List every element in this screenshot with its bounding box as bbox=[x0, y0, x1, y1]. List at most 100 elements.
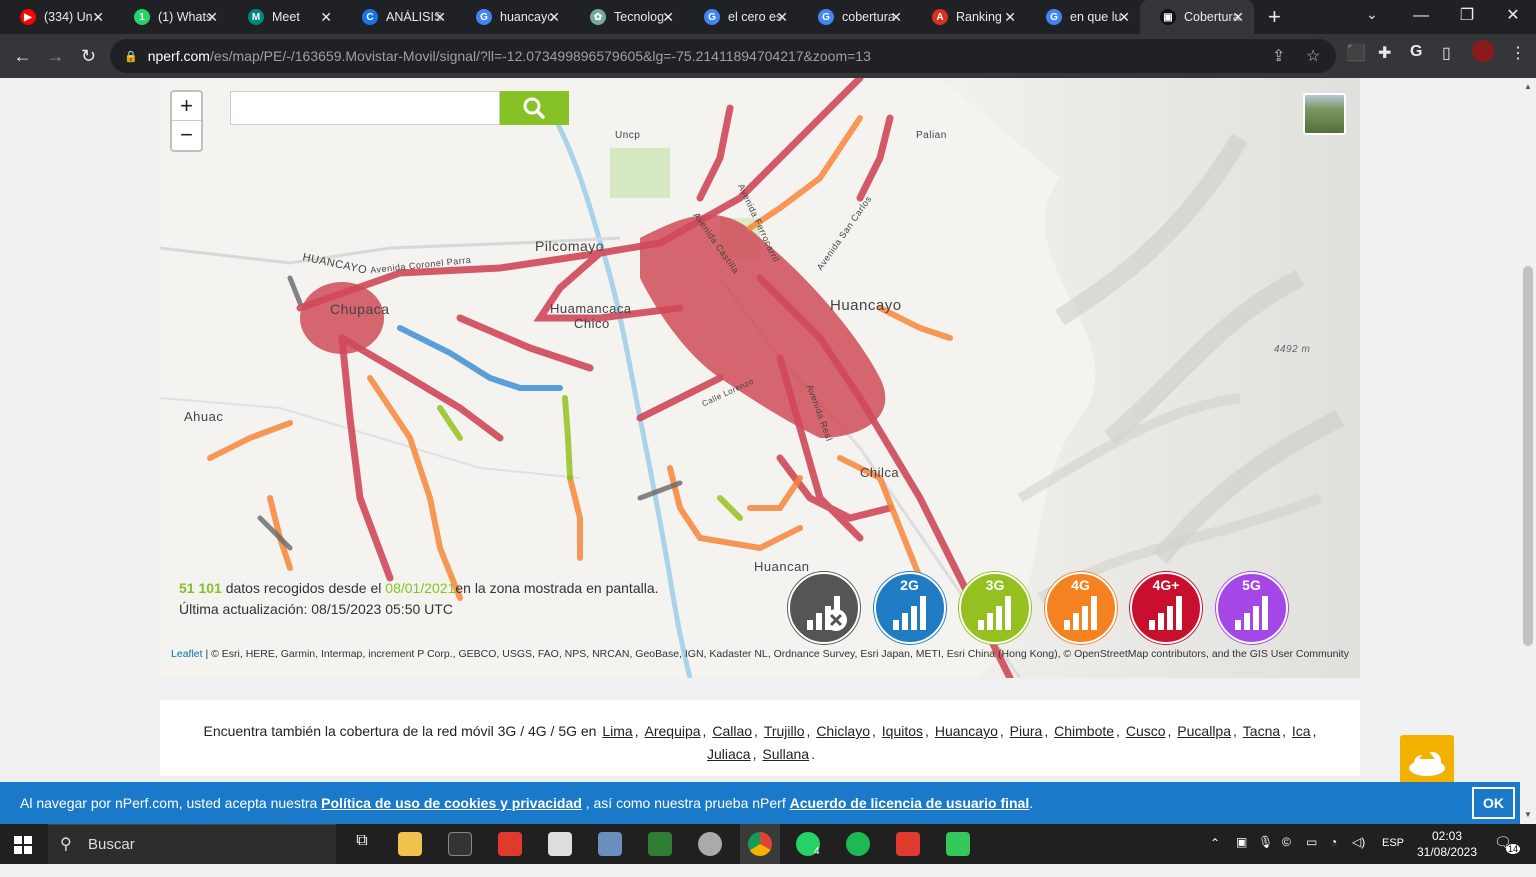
restore-icon[interactable]: ❐ bbox=[1444, 0, 1490, 34]
notepad-icon[interactable] bbox=[548, 832, 572, 856]
city-link[interactable]: Chimbote bbox=[1054, 723, 1114, 739]
tab-favicon-icon: M bbox=[248, 9, 264, 25]
volume-icon[interactable]: ◁) bbox=[1352, 835, 1365, 875]
eula-link[interactable]: Acuerdo de licencia de usuario final bbox=[790, 795, 1030, 811]
coverage-map[interactable]: HUANCAYO Avenida Coronel Parra Pilcomayo… bbox=[160, 78, 1360, 678]
tab-close-icon[interactable]: ✕ bbox=[776, 9, 788, 26]
tab-close-icon[interactable]: ✕ bbox=[1004, 9, 1016, 26]
city-link[interactable]: Trujillo bbox=[764, 723, 805, 739]
tab-close-icon[interactable]: ✕ bbox=[662, 9, 674, 26]
side-panel-icon[interactable]: ▯ bbox=[1442, 43, 1451, 63]
tab-close-icon[interactable]: ✕ bbox=[1118, 9, 1130, 26]
reload-icon[interactable]: ↻ bbox=[72, 46, 105, 67]
city-link[interactable]: Iquitos bbox=[882, 723, 923, 739]
tab-close-icon[interactable]: ✕ bbox=[1232, 9, 1244, 26]
city-link[interactable]: Chiclayo bbox=[816, 723, 870, 739]
city-link[interactable]: Juliaca bbox=[707, 746, 751, 762]
new-tab-icon[interactable]: + bbox=[1268, 4, 1281, 30]
tab-close-icon[interactable]: ✕ bbox=[548, 9, 560, 26]
chrome-icon[interactable] bbox=[748, 832, 772, 856]
tab-close-icon[interactable]: ✕ bbox=[320, 9, 332, 26]
tab-close-icon[interactable]: ✕ bbox=[434, 9, 446, 26]
browser-tab[interactable]: 1 (1) Whats ✕ bbox=[114, 0, 228, 34]
badge-2g[interactable]: 2G bbox=[873, 572, 946, 644]
grammarly-icon[interactable]: G bbox=[1410, 43, 1422, 61]
city-link[interactable]: Tacna bbox=[1243, 723, 1280, 739]
satellite-layer-toggle[interactable] bbox=[1303, 93, 1346, 135]
city-link[interactable]: Pucallpa bbox=[1177, 723, 1231, 739]
tab-close-icon[interactable]: ✕ bbox=[890, 9, 902, 26]
city-link[interactable]: Huancayo bbox=[935, 723, 998, 739]
language-indicator[interactable]: ESP bbox=[1382, 837, 1404, 877]
browser-tab[interactable]: M Meet ✕ bbox=[228, 0, 342, 34]
tray-c-icon[interactable]: © bbox=[1282, 835, 1291, 875]
tray-chevron-icon[interactable]: ⌃ bbox=[1210, 836, 1220, 876]
city-link[interactable]: Cusco bbox=[1126, 723, 1166, 739]
profile-avatar[interactable] bbox=[1472, 40, 1494, 62]
bird-app-icon[interactable] bbox=[698, 832, 722, 856]
browser-tab[interactable]: ✿ Tecnolog ✕ bbox=[570, 0, 684, 34]
close-window-icon[interactable]: ✕ bbox=[1490, 0, 1536, 34]
zoom-in-button[interactable]: + bbox=[172, 92, 201, 121]
badge-3g[interactable]: 3G bbox=[959, 572, 1031, 644]
browser-tab[interactable]: ▶ (334) Un ✕ bbox=[0, 0, 114, 34]
tab-close-icon[interactable]: ✕ bbox=[92, 9, 104, 26]
city-link[interactable]: Sullana bbox=[762, 746, 809, 762]
minimize-icon[interactable]: — bbox=[1398, 0, 1444, 34]
file-explorer-icon[interactable] bbox=[398, 832, 422, 856]
browser-tab[interactable]: Gcobertura ✕ bbox=[798, 0, 912, 34]
city-link[interactable]: Piura bbox=[1010, 723, 1043, 739]
pdf-extension-icon[interactable]: ⬛ bbox=[1346, 43, 1366, 63]
share-icon[interactable]: ⇪ bbox=[1272, 46, 1285, 66]
tab-search-icon[interactable]: ⌄ bbox=[1366, 6, 1378, 23]
calculator-icon[interactable] bbox=[648, 832, 672, 856]
notion-icon[interactable] bbox=[448, 832, 472, 856]
spotify-icon[interactable] bbox=[846, 832, 870, 856]
browser-tab[interactable]: A Ranking ✕ bbox=[912, 0, 1026, 34]
scroll-up-icon[interactable]: ▲ bbox=[1524, 82, 1532, 91]
acrobat-icon[interactable] bbox=[498, 832, 522, 856]
city-link[interactable]: Lima bbox=[602, 723, 632, 739]
scrollbar-thumb[interactable] bbox=[1523, 266, 1533, 646]
city-link[interactable]: Arequipa bbox=[645, 723, 701, 739]
wifi-icon[interactable]: ◔ bbox=[1330, 835, 1337, 875]
browser-tab[interactable]: Gel cero es ✕ bbox=[684, 0, 798, 34]
notification-icon[interactable]: 🗨 bbox=[1494, 834, 1512, 874]
windows-start-icon[interactable] bbox=[14, 836, 32, 854]
badge-4g-plus[interactable]: 4G+ bbox=[1130, 572, 1202, 644]
zoom-out-button[interactable]: − bbox=[172, 121, 201, 150]
browser-tab[interactable]: C ANÁLISIS ✕ bbox=[342, 0, 456, 34]
browser-tab[interactable]: Ghuancayo ✕ bbox=[456, 0, 570, 34]
city-link[interactable]: Callao bbox=[712, 723, 752, 739]
scroll-down-icon[interactable]: ▼ bbox=[1524, 810, 1532, 819]
leaflet-link[interactable]: Leaflet bbox=[171, 648, 203, 660]
map-search-button[interactable] bbox=[500, 91, 569, 125]
map-search-input[interactable] bbox=[230, 91, 500, 125]
tray-app-icon[interactable]: ▣ bbox=[1236, 835, 1247, 875]
browser-tab[interactable]: Gen que lu ✕ bbox=[1026, 0, 1140, 34]
tab-close-icon[interactable]: ✕ bbox=[206, 9, 218, 26]
taskbar-search[interactable]: ⚲ Buscar bbox=[48, 824, 336, 864]
clock[interactable]: 02:03 31/08/2023 bbox=[1416, 828, 1478, 868]
microphone-icon[interactable]: 🎙 bbox=[1258, 835, 1273, 875]
page-scrollbar[interactable]: ▲ ▼ bbox=[1520, 78, 1536, 824]
extensions-icon[interactable]: ✚ bbox=[1378, 43, 1391, 63]
back-icon[interactable]: ← bbox=[6, 46, 39, 67]
bookmark-star-icon[interactable]: ☆ bbox=[1306, 46, 1320, 66]
cookie-ok-button[interactable]: OK bbox=[1472, 787, 1515, 819]
camera-icon[interactable] bbox=[598, 832, 622, 856]
address-bar[interactable]: 🔒 nperf.com/es/map/PE/-/163659.Movistar-… bbox=[110, 39, 1336, 73]
battery-icon[interactable]: ▭ bbox=[1306, 835, 1317, 875]
acrobat-reader-icon[interactable] bbox=[896, 832, 920, 856]
browser-tab[interactable]: ▣ Cobertura ✕ bbox=[1140, 0, 1254, 34]
badge-no-coverage[interactable] bbox=[788, 572, 860, 644]
forward-icon[interactable]: → bbox=[39, 46, 72, 67]
green-app-icon[interactable] bbox=[946, 832, 970, 856]
task-view-icon[interactable]: ⧉ bbox=[350, 832, 374, 856]
back-to-top-button[interactable] bbox=[1400, 735, 1454, 789]
city-link[interactable]: Ica bbox=[1292, 723, 1311, 739]
cookie-policy-link[interactable]: Política de uso de cookies y privacidad bbox=[321, 795, 582, 811]
badge-4g[interactable]: 4G bbox=[1044, 572, 1117, 644]
badge-5g[interactable]: 5G bbox=[1215, 572, 1288, 644]
menu-icon[interactable]: ⋮ bbox=[1510, 43, 1526, 63]
